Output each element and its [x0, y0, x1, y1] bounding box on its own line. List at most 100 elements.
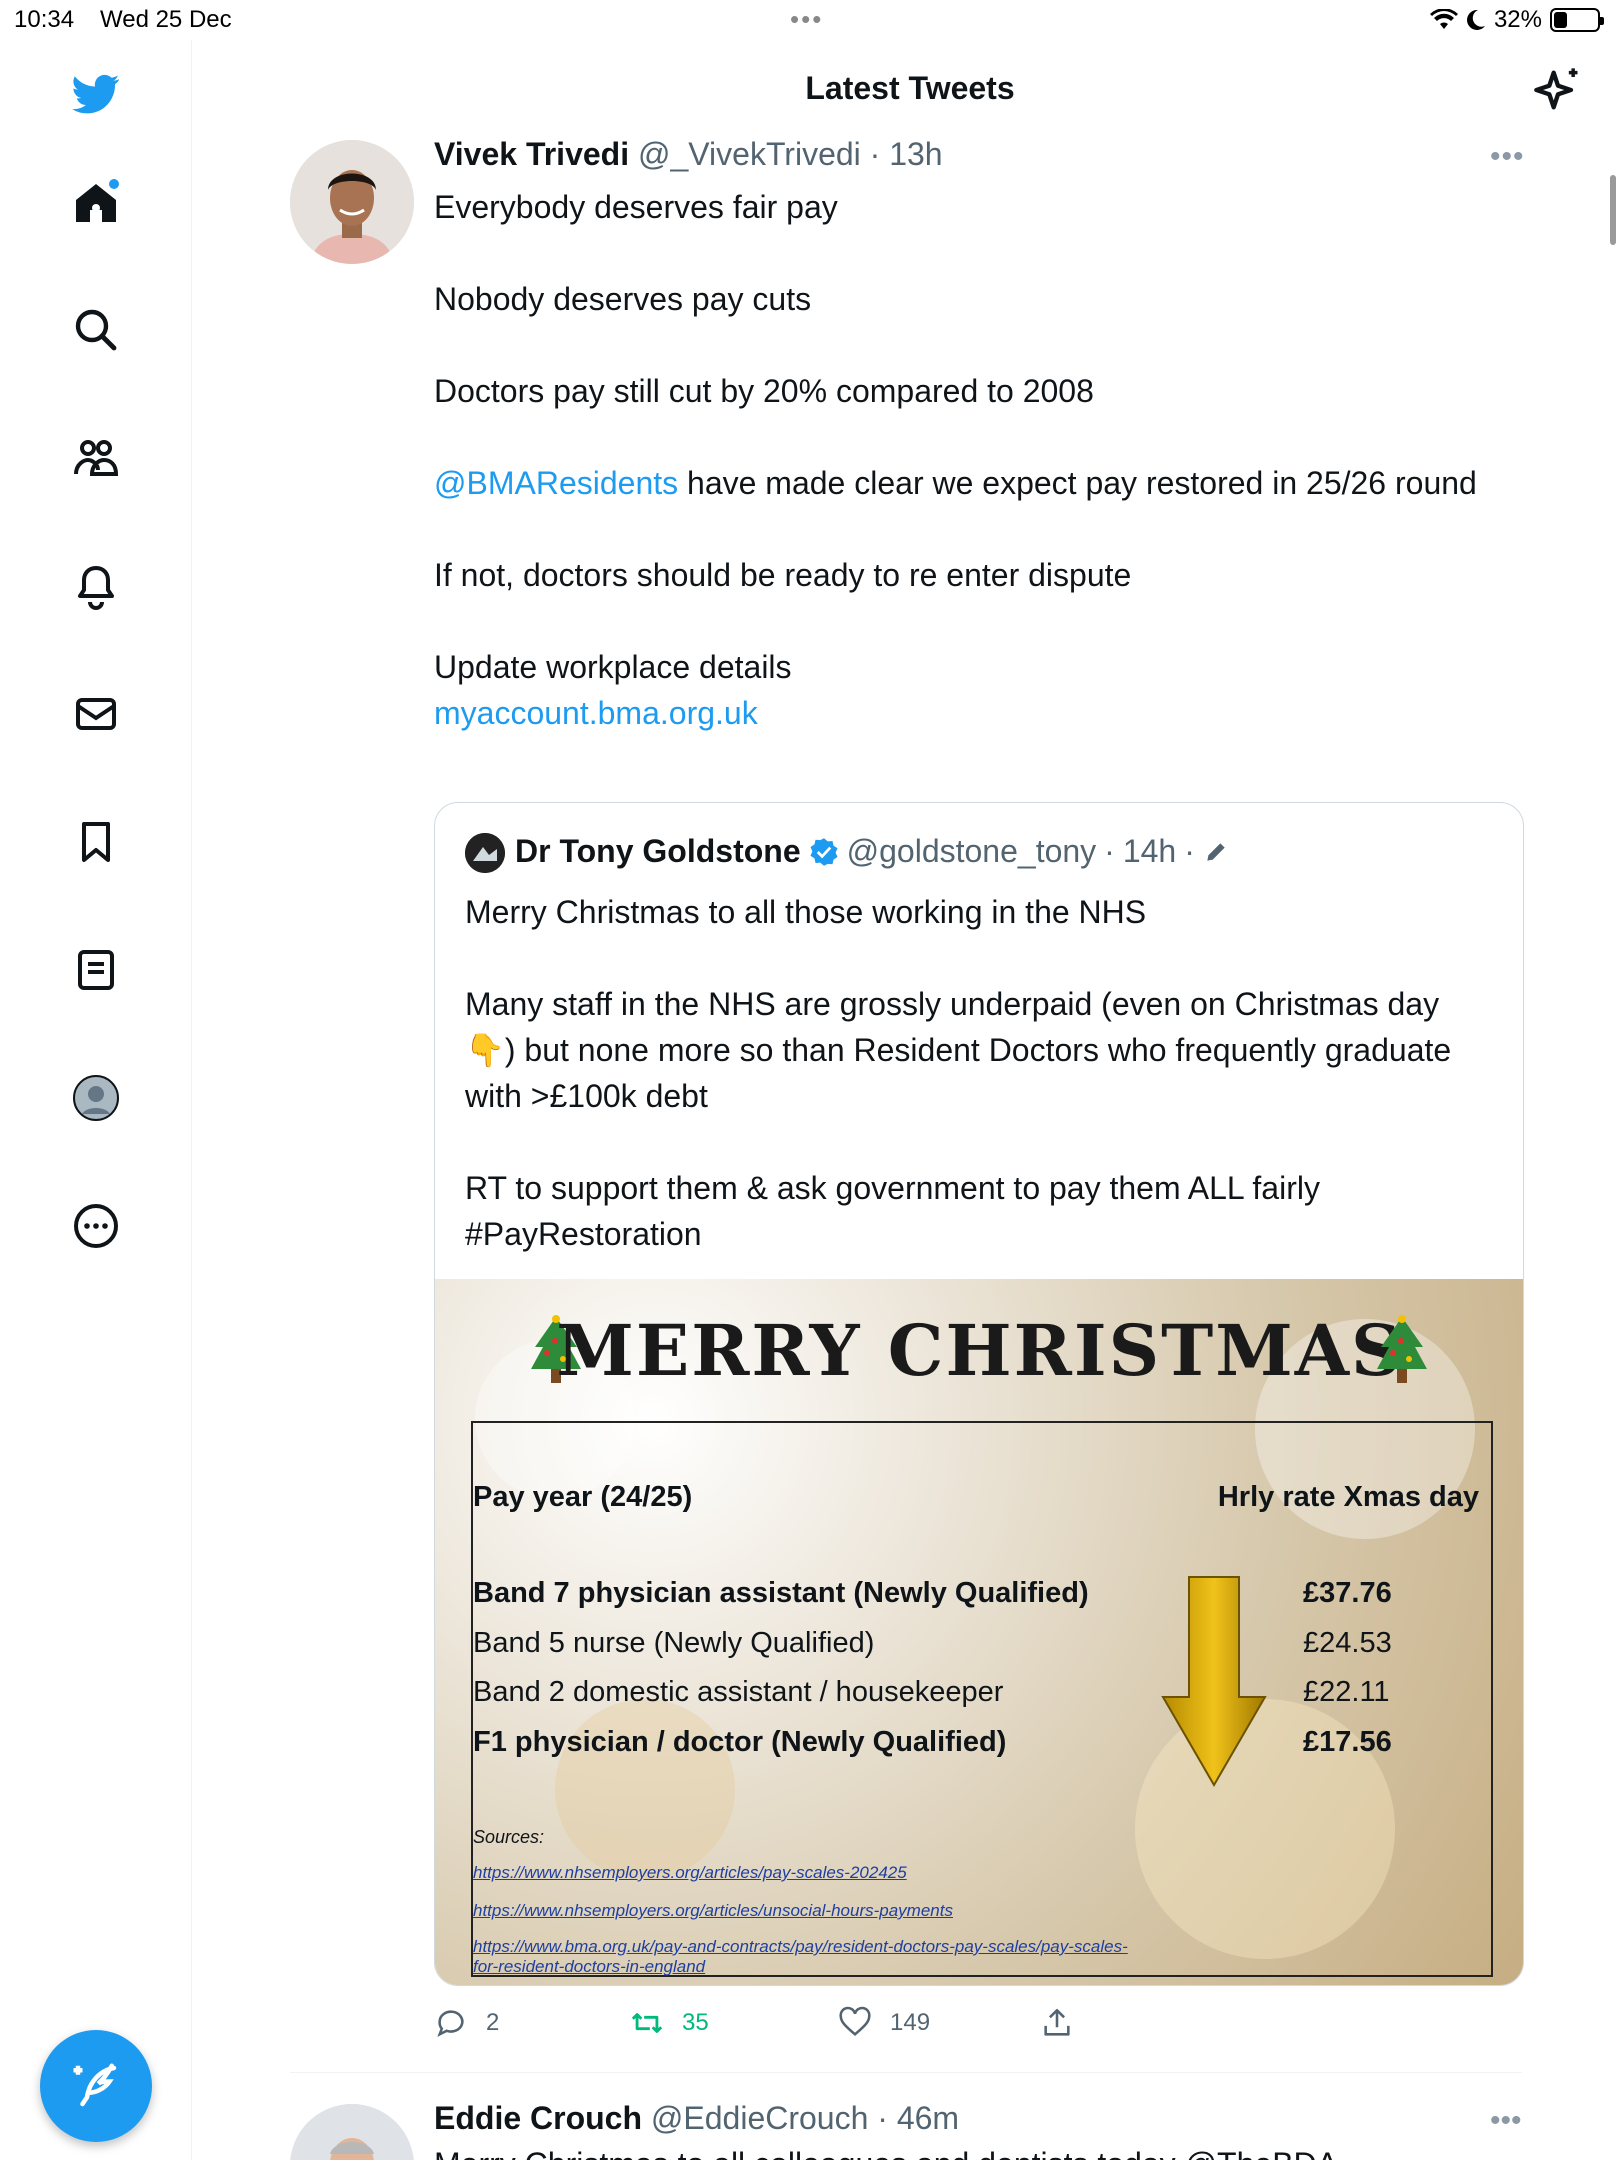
- tweet-body: Everybody deserves fair pay Nobody deser…: [434, 184, 1514, 736]
- tweet-author-handle[interactable]: @EddieCrouch: [651, 2100, 868, 2136]
- reply-count: 2: [486, 2009, 500, 2036]
- separator-dot: ·: [860, 136, 890, 172]
- edited-pencil-icon: [1207, 842, 1225, 861]
- separator-dot: ·: [868, 2100, 897, 2136]
- retweet-icon: [631, 2013, 663, 2033]
- quote-line: Merry Christmas to all those working in …: [465, 894, 1147, 930]
- wifi-icon: [1429, 9, 1458, 29]
- page-title: Latest Tweets: [805, 70, 1015, 106]
- pay-row-value: £24.53: [1303, 1627, 1392, 1659]
- battery-fill: [1554, 12, 1567, 28]
- tweet-author-name[interactable]: Vivek Trivedi: [434, 136, 629, 172]
- status-time: 10:34: [14, 6, 75, 33]
- lists-icon[interactable]: [64, 938, 128, 1002]
- tweet-line: Nobody deserves pay cuts: [434, 281, 812, 317]
- tweet-line-rest: have made clear we expect pay restored i…: [678, 465, 1477, 501]
- source-link: https://www.nhsemployers.org/articles/pa…: [473, 1863, 907, 1882]
- notifications-bell-icon[interactable]: [64, 554, 128, 618]
- reply-button[interactable]: 2: [434, 2006, 499, 2040]
- tweet-time[interactable]: 13h: [889, 136, 942, 172]
- status-right: 32%: [1429, 6, 1604, 34]
- tweet-more-options-icon[interactable]: •••: [1490, 140, 1525, 174]
- quote-image[interactable]: MERRY CHRISTMAS Pay year (24/25) Hrly ra…: [435, 1279, 1523, 1985]
- share-button[interactable]: [1040, 2006, 1074, 2040]
- tweet-line: Doctors pay still cut by 20% compared to…: [434, 373, 1094, 409]
- sidebar: [0, 40, 192, 2160]
- source-link: https://www.bma.org.uk/pay-and-contracts…: [473, 1937, 1128, 1956]
- tweet-line: @BMAResidents have made clear we expect …: [434, 460, 1514, 506]
- quote-body: Merry Christmas to all those working in …: [465, 889, 1495, 1257]
- separator-dot: ·: [1104, 833, 1115, 869]
- quote-time[interactable]: 14h: [1123, 833, 1176, 870]
- pay-row-label: Band 5 nurse (Newly Qualified): [473, 1627, 875, 1659]
- quote-line-part: Many staff in the NHS are grossly underp…: [465, 986, 1440, 1022]
- compose-feather-icon: [73, 2063, 117, 2107]
- status-date: Wed 25 Dec: [100, 6, 232, 33]
- quote-line-part: ) but none more so than Resident Doctors…: [465, 1032, 1452, 1114]
- pay-row-value: £37.76: [1303, 1577, 1392, 1609]
- tweet-author-handle[interactable]: @_VivekTrivedi: [638, 136, 861, 172]
- quote-author-avatar[interactable]: [465, 833, 505, 873]
- pay-row-value: £22.11: [1303, 1676, 1390, 1708]
- tweet-line: Update workplace details: [434, 649, 792, 685]
- retweet-button[interactable]: 35: [630, 2006, 709, 2040]
- sparkle-timeline-icon[interactable]: [1532, 64, 1584, 116]
- reply-icon: [437, 2010, 464, 2037]
- tweet-header: Eddie Crouch @EddieCrouch · 46m: [434, 2100, 959, 2137]
- status-bar: 10:34 Wed 25 Dec ••• 32%: [0, 0, 1620, 40]
- quote-tweet[interactable]: Dr Tony Goldstone @goldstone_tony · 14h · M…: [434, 802, 1524, 1986]
- like-button[interactable]: 149: [838, 2006, 930, 2040]
- mention-link[interactable]: @BMAResidents: [434, 465, 678, 501]
- external-link[interactable]: myaccount.bma.org.uk: [434, 690, 1514, 736]
- quote-author-handle[interactable]: @goldstone_tony: [847, 833, 1097, 870]
- retweet-count: 35: [682, 2009, 709, 2036]
- pay-row-label: F1 physician / doctor (Newly Qualified): [473, 1726, 1007, 1758]
- hashtag-link[interactable]: #PayRestoration: [465, 1211, 1495, 1257]
- tweet-author-avatar[interactable]: [290, 140, 414, 264]
- quote-header: Dr Tony Goldstone @goldstone_tony · 14h ·: [515, 833, 1229, 870]
- tweet-body-partial: Merry Christmas to all colleagues and de…: [434, 2146, 1338, 2160]
- tweet-line: Everybody deserves fair pay: [434, 189, 838, 225]
- search-icon[interactable]: [64, 298, 128, 362]
- pay-table: Pay year (24/25) Hrly rate Xmas day Band…: [471, 1421, 1493, 1977]
- pay-table-header-right: Hrly rate Xmas day: [1217, 1481, 1479, 1513]
- like-count: 149: [890, 2009, 931, 2036]
- sources-label: Sources:: [473, 1827, 545, 1847]
- source-link: https://www.nhsemployers.org/articles/un…: [473, 1901, 953, 1920]
- image-title: MERRY CHRISTMAS: [556, 1309, 1404, 1392]
- more-circle-icon[interactable]: [64, 1194, 128, 1258]
- battery-icon: [1550, 8, 1604, 32]
- pay-table-header-left: Pay year (24/25): [473, 1481, 693, 1513]
- messages-envelope-icon[interactable]: [64, 682, 128, 746]
- verified-badge-icon: [810, 837, 838, 866]
- christmas-tree-icon: [1377, 1315, 1427, 1383]
- communities-icon[interactable]: [64, 426, 128, 490]
- separator-dot: ·: [1184, 833, 1195, 869]
- bookmarks-icon[interactable]: [64, 810, 128, 874]
- home-icon[interactable]: [64, 170, 128, 234]
- source-link: for-resident-doctors-in-england: [473, 1957, 706, 1976]
- twitter-logo-icon[interactable]: [64, 62, 128, 126]
- down-arrow-icon: [1161, 1576, 1267, 1787]
- quote-author-name[interactable]: Dr Tony Goldstone: [515, 833, 801, 870]
- tweet-author-avatar[interactable]: [290, 2104, 414, 2160]
- compose-tweet-button[interactable]: [40, 2030, 152, 2142]
- scrollbar-thumb[interactable]: [1610, 175, 1616, 245]
- moon-icon: [1466, 9, 1485, 30]
- heart-icon: [839, 2006, 871, 2037]
- pay-row-label: Band 7 physician assistant (Newly Qualif…: [473, 1577, 1089, 1609]
- tweet-line: If not, doctors should be ready to re en…: [434, 557, 1132, 593]
- share-icon: [1044, 2008, 1070, 2036]
- tweet-time[interactable]: 46m: [897, 2100, 959, 2136]
- pointing-down-emoji: 👇: [465, 1032, 505, 1068]
- multitasking-dots-icon[interactable]: •••: [790, 4, 823, 35]
- pay-row-value: £17.56: [1303, 1726, 1392, 1758]
- tweet-header: Vivek Trivedi @_VivekTrivedi · 13h: [434, 136, 943, 173]
- profile-avatar-icon[interactable]: [64, 1066, 128, 1130]
- tweet-more-options-icon[interactable]: •••: [1490, 2104, 1522, 2138]
- tweet-divider: [290, 2072, 1522, 2073]
- tweet-actions: 2 35 149: [434, 2006, 1524, 2046]
- pay-row-label: Band 2 domestic assistant / housekeeper: [473, 1676, 1004, 1708]
- quote-line: RT to support them & ask government to p…: [465, 1170, 1320, 1206]
- tweet-author-name[interactable]: Eddie Crouch: [434, 2100, 642, 2136]
